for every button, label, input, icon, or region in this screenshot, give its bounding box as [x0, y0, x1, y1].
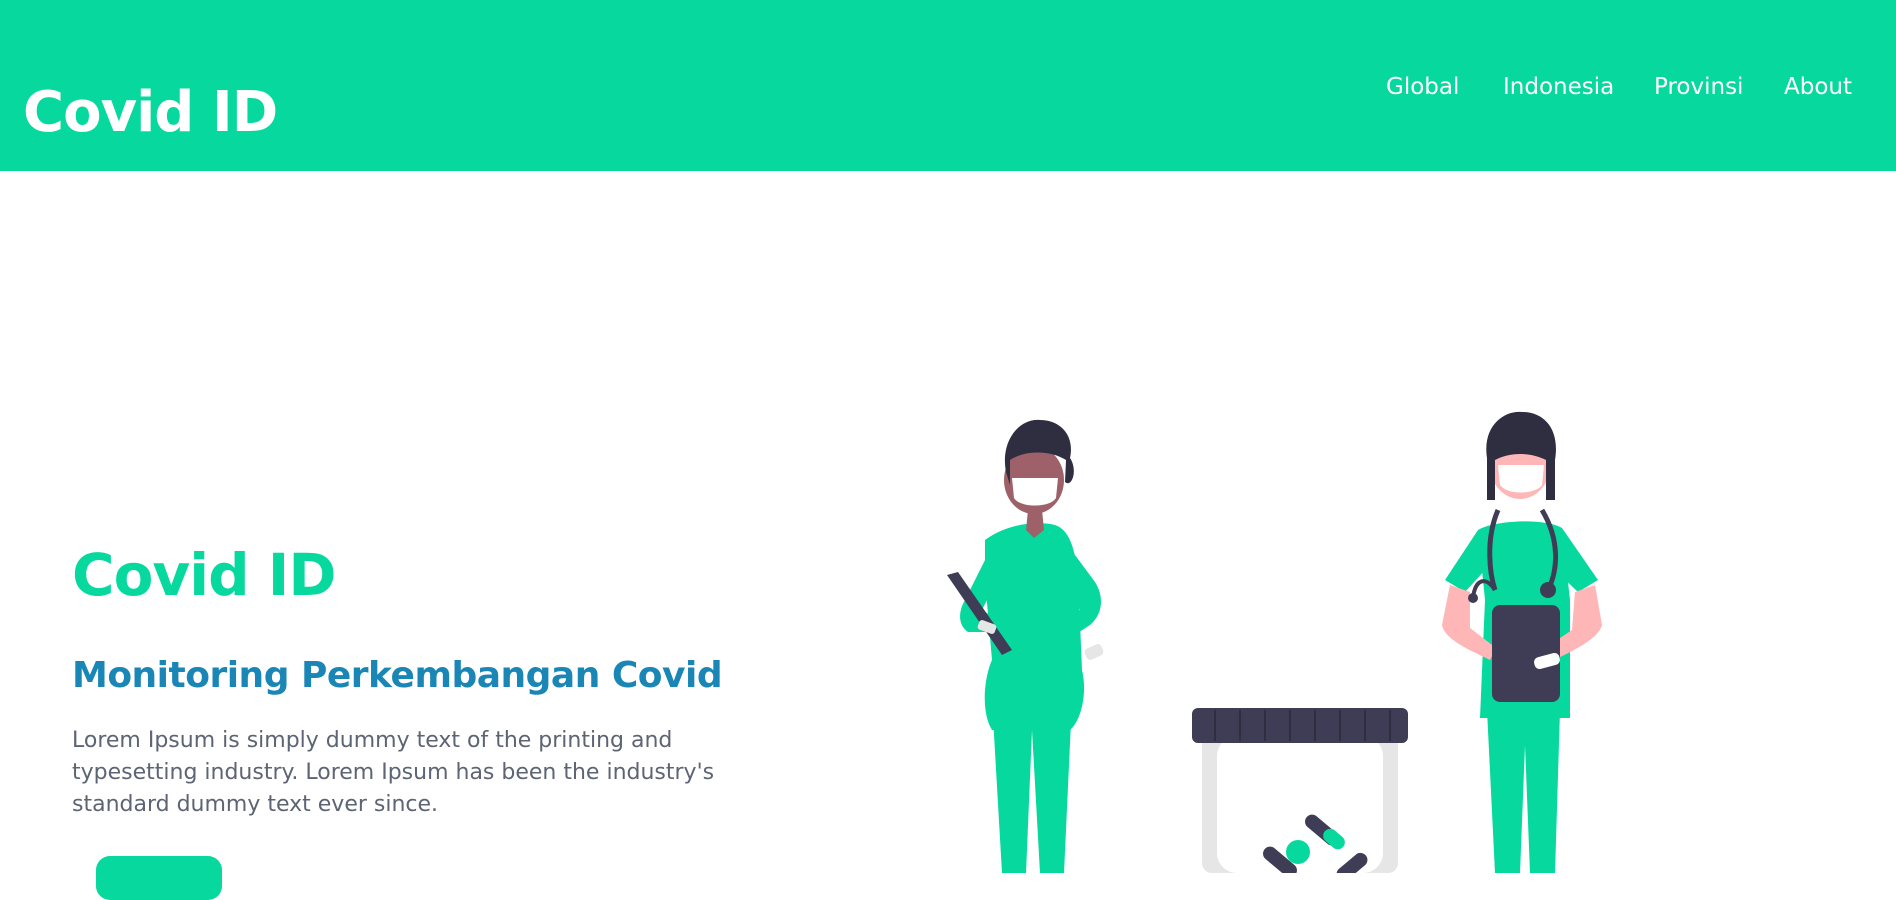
hero-title: Covid ID [72, 541, 337, 609]
pill-jar [1192, 708, 1408, 873]
doctor-left-figure [947, 419, 1104, 873]
nav-link-indonesia[interactable]: Indonesia [1503, 72, 1614, 102]
hero-subtitle: Monitoring Perkembangan Covid [72, 655, 723, 696]
hero-cta-button[interactable] [96, 856, 222, 900]
nav-link-about[interactable]: About [1784, 72, 1852, 102]
nav-link-provinsi[interactable]: Provinsi [1654, 72, 1743, 102]
hero-description: Lorem Ipsum is simply dummy text of the … [72, 728, 715, 817]
brand-logo[interactable]: Covid ID [23, 78, 278, 148]
nav-link-global[interactable]: Global [1386, 72, 1459, 102]
navbar: Covid ID Global Indonesia Provinsi About [0, 0, 1896, 171]
doctors-illustration-icon [947, 411, 1602, 873]
doctor-right-figure [1442, 411, 1602, 873]
